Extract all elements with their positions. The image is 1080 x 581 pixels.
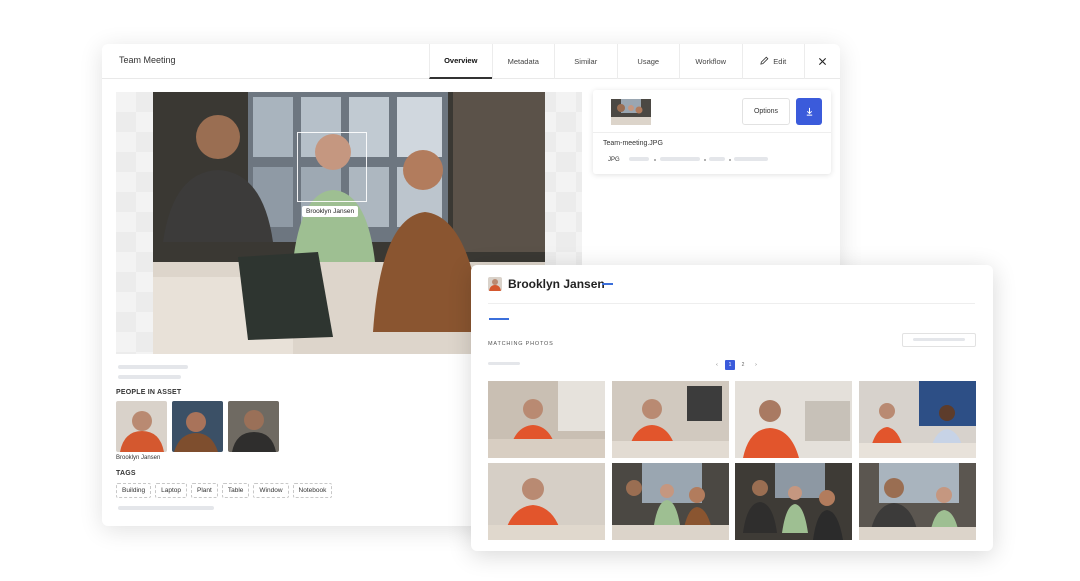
- options-button[interactable]: Options: [742, 98, 790, 125]
- window-title: Team Meeting: [119, 55, 176, 65]
- placeholder-bar: [913, 338, 965, 341]
- person-thumb[interactable]: [228, 401, 279, 452]
- page-button[interactable]: 1: [725, 360, 735, 370]
- edit-button[interactable]: Edit: [741, 44, 805, 79]
- top-bar: Team Meeting Overview Metadata Similar U…: [102, 44, 840, 79]
- page-button[interactable]: 2: [738, 360, 748, 370]
- chevron-right-icon[interactable]: ›: [751, 360, 761, 370]
- matching-photo[interactable]: [488, 381, 605, 458]
- file-thumbnail[interactable]: [611, 99, 651, 125]
- edit-label: Edit: [773, 57, 787, 66]
- separator-dot: [704, 159, 706, 161]
- tab-label: Metadata: [507, 57, 539, 66]
- person-thumb[interactable]: [172, 401, 223, 452]
- placeholder-bar: [629, 157, 649, 161]
- separator-dot: [729, 159, 731, 161]
- tag-chip[interactable]: Notebook: [292, 483, 333, 498]
- divider: [488, 303, 975, 304]
- placeholder-bar: [118, 506, 214, 510]
- tab-overview[interactable]: Overview: [429, 44, 492, 79]
- file-card: Options Team-meeting.JPG JPG: [593, 90, 831, 174]
- tags-title: TAGS: [116, 470, 136, 477]
- download-icon: [805, 103, 814, 121]
- tab-label: Usage: [637, 57, 660, 66]
- tab-metadata[interactable]: Metadata: [491, 44, 555, 79]
- sort-dropdown[interactable]: [902, 333, 976, 347]
- chevron-left-icon[interactable]: ‹: [712, 360, 722, 370]
- face-detection-box[interactable]: [297, 132, 367, 202]
- close-icon: [818, 53, 827, 71]
- tag-chip[interactable]: Building: [116, 483, 152, 498]
- pencil-icon: [760, 56, 769, 67]
- tab-workflow[interactable]: Workflow: [679, 44, 742, 79]
- app-stage: Team Meeting Overview Metadata Similar U…: [0, 0, 1080, 581]
- face-tag[interactable]: Brooklyn Jansen: [302, 206, 359, 217]
- avatar: [488, 277, 502, 291]
- accent-dash: [602, 283, 613, 285]
- matching-photo[interactable]: [735, 463, 852, 540]
- placeholder-bar: [118, 365, 188, 369]
- matching-photo[interactable]: [612, 381, 729, 458]
- tag-list: Building Laptop Plant Table Window Noteb…: [116, 483, 333, 498]
- placeholder-bar: [660, 157, 700, 161]
- person-title: Brooklyn Jansen: [508, 277, 605, 291]
- tab-label: Similar: [574, 57, 598, 66]
- tab-usage[interactable]: Usage: [616, 44, 680, 79]
- person-thumb[interactable]: [116, 401, 167, 452]
- people-title: PEOPLE IN ASSET: [116, 389, 182, 396]
- placeholder-bar: [488, 362, 520, 365]
- tab-similar[interactable]: Similar: [554, 44, 617, 79]
- file-type: JPG: [608, 157, 620, 163]
- tab-label: Workflow: [695, 57, 727, 66]
- tag-chip[interactable]: Laptop: [155, 483, 188, 498]
- person-panel: Brooklyn Jansen MATCHING PHOTOS ‹ 1 2 ›: [471, 265, 993, 551]
- tab-label: Overview: [444, 56, 478, 65]
- matching-photo[interactable]: [859, 463, 976, 540]
- tag-chip[interactable]: Plant: [191, 483, 218, 498]
- placeholder-bar: [118, 375, 181, 379]
- matching-photos-label: MATCHING PHOTOS: [488, 341, 554, 347]
- tag-chip[interactable]: Table: [221, 483, 250, 498]
- tab-bar: Overview Metadata Similar Usage Workflow…: [429, 44, 839, 79]
- person-name: Brooklyn Jansen: [116, 455, 161, 461]
- file-name: Team-meeting.JPG: [603, 140, 663, 147]
- placeholder-bar: [734, 157, 768, 161]
- pagination: ‹ 1 2 ›: [712, 360, 761, 370]
- accent-dash: [489, 318, 509, 320]
- divider: [593, 132, 831, 133]
- matching-photo[interactable]: [859, 381, 976, 458]
- matching-photo[interactable]: [488, 463, 605, 540]
- placeholder-bar: [709, 157, 725, 161]
- separator-dot: [654, 159, 656, 161]
- matching-photo[interactable]: [735, 381, 852, 458]
- tag-chip[interactable]: Window: [253, 483, 289, 498]
- close-button[interactable]: [804, 44, 839, 79]
- download-button[interactable]: [796, 98, 822, 125]
- matching-photo[interactable]: [612, 463, 729, 540]
